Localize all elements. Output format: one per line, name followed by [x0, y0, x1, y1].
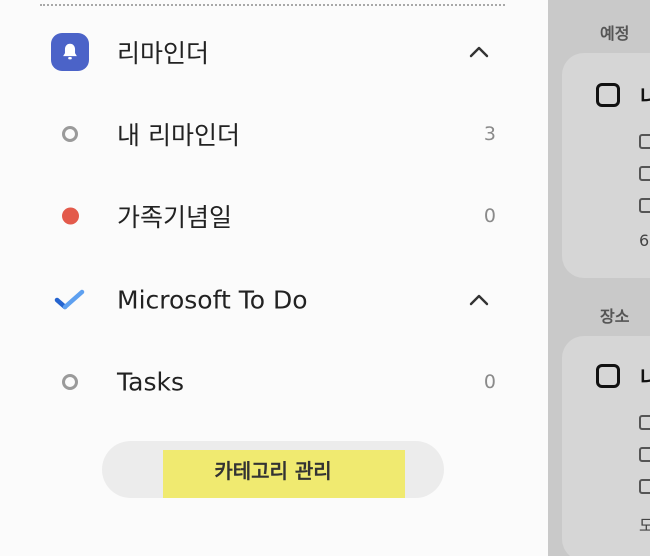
list-count: 3: [483, 123, 496, 145]
card-title: 내: [640, 366, 650, 390]
manage-categories-label: 카테고리 관리: [214, 459, 332, 483]
checkbox[interactable]: [639, 479, 650, 494]
card-title: 내: [640, 85, 650, 109]
circle-outline-icon: [62, 374, 78, 390]
checkbox[interactable]: [639, 166, 650, 181]
checkbox[interactable]: [639, 198, 650, 213]
location-card[interactable]: 내 도: [562, 336, 650, 556]
section-microsoft-todo[interactable]: Microsoft To Do: [0, 270, 548, 330]
checkbox[interactable]: [596, 364, 620, 388]
chevron-up-icon[interactable]: [468, 41, 490, 63]
dotted-divider: [40, 4, 505, 6]
list-label: Tasks: [117, 367, 184, 397]
bell-icon: [63, 43, 77, 60]
microsoft-todo-check-icon: [54, 289, 85, 310]
section-label: Microsoft To Do: [117, 285, 308, 315]
card-footer: 6: [639, 231, 650, 250]
checkbox[interactable]: [596, 83, 620, 107]
list-item-family-anniversary[interactable]: 가족기념일 0: [0, 186, 548, 246]
background-content-panel: 예정 내 6 장소 내 도: [548, 0, 650, 556]
list-label: 내 리마인더: [117, 121, 240, 150]
circle-outline-icon: [62, 126, 78, 142]
red-dot-icon: [61, 207, 79, 225]
card-footer: 도: [639, 516, 650, 535]
list-item-tasks[interactable]: Tasks 0: [0, 352, 548, 412]
chevron-up-icon[interactable]: [468, 289, 490, 311]
reminder-app-icon: [50, 33, 90, 71]
section-label: 리마인더: [117, 39, 210, 68]
section-header-scheduled: 예정: [600, 24, 630, 43]
list-count: 0: [483, 371, 496, 393]
checkbox[interactable]: [639, 447, 650, 462]
scheduled-card[interactable]: 내 6: [562, 53, 650, 278]
list-label: 가족기념일: [117, 203, 233, 232]
checkbox[interactable]: [639, 134, 650, 149]
section-header-location: 장소: [600, 307, 630, 326]
section-reminders[interactable]: 리마인더: [0, 22, 548, 82]
navigation-drawer: 리마인더 내 리마인더 3 가족기념일 0 Microsoft To Do Ta…: [0, 0, 548, 556]
checkbox[interactable]: [639, 415, 650, 430]
list-item-my-reminders[interactable]: 내 리마인더 3: [0, 104, 548, 164]
list-count: 0: [483, 205, 496, 227]
